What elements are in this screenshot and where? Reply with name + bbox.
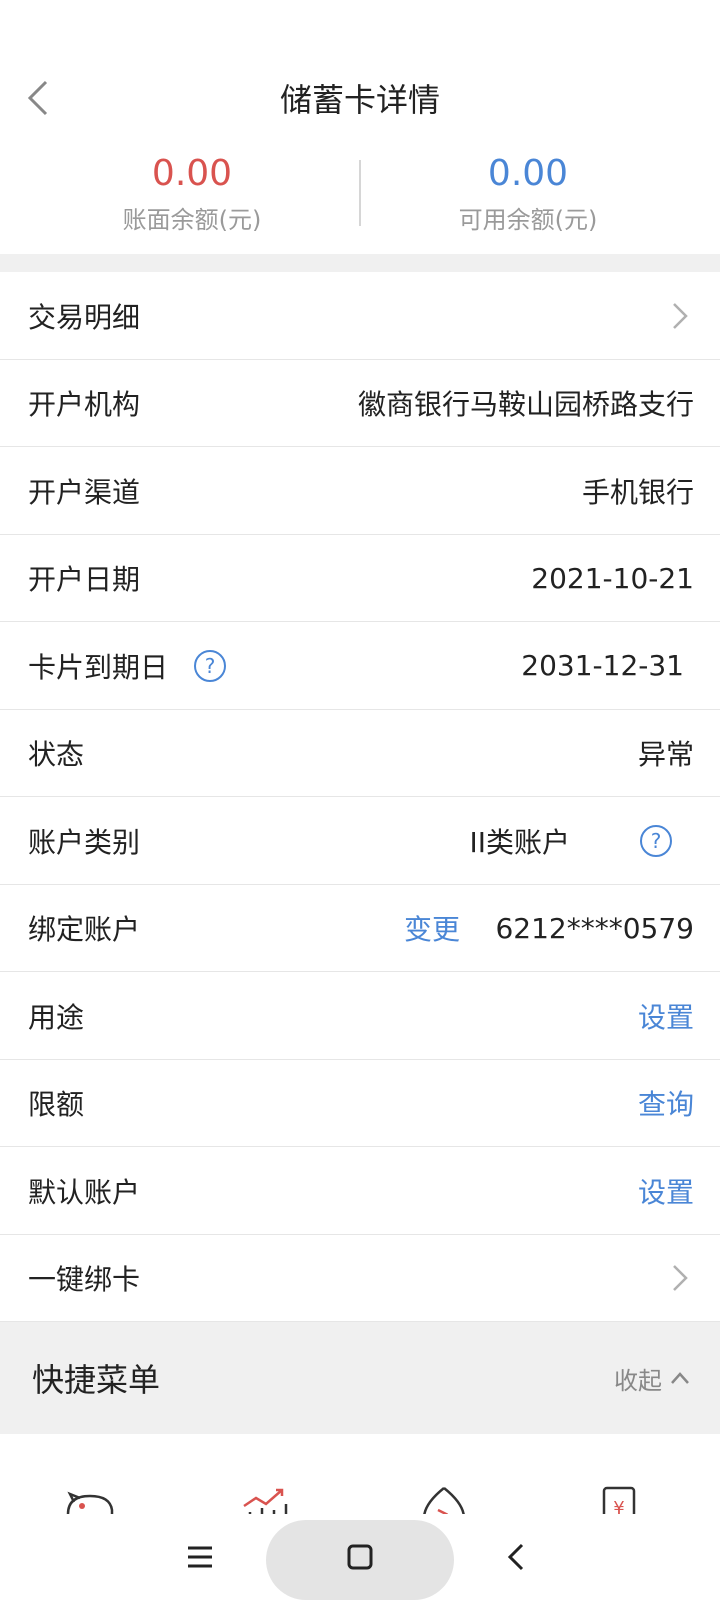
available-balance-value: 0.00	[487, 153, 569, 194]
row-card-expiry: 卡片到期日 ? 2031-12-31	[0, 622, 720, 710]
chevron-right-icon	[672, 1235, 688, 1322]
quick-menu-icons: ¥	[0, 1434, 720, 1514]
help-icon[interactable]: ?	[194, 622, 226, 709]
row-label: 开户日期	[28, 563, 141, 596]
available-balance: 0.00 可用余额(元)	[348, 150, 708, 254]
bound-account-number: 6212****0579	[495, 911, 694, 945]
status-value: 异常	[637, 738, 694, 771]
balance-summary: 0.00 账面余额(元) 0.00 可用余额(元)	[0, 150, 720, 254]
row-one-click-bind[interactable]: 一键绑卡	[0, 1234, 720, 1322]
svg-text:¥: ¥	[613, 1498, 624, 1514]
row-label: 一键绑卡	[28, 1263, 141, 1296]
chevron-up-icon	[671, 1372, 689, 1384]
book-balance-label: 账面余额(元)	[122, 206, 262, 234]
row-status: 状态 异常	[0, 709, 720, 797]
row-default-account: 默认账户 设置	[0, 1147, 720, 1235]
app-header: 储蓄卡详情	[0, 0, 720, 150]
collapse-button[interactable]: 收起	[614, 1322, 690, 1434]
system-back-button[interactable]	[486, 1514, 546, 1600]
row-label: 交易明细	[28, 300, 141, 334]
collapse-label: 收起	[614, 1366, 662, 1395]
row-bound-account: 绑定账户 变更 6212****0579	[0, 884, 720, 972]
row-transaction-details[interactable]: 交易明细	[0, 272, 720, 360]
quick-menu-title: 快捷菜单	[32, 1361, 161, 1399]
set-default-account-button[interactable]: 设置	[638, 1147, 694, 1234]
row-label: 开户渠道	[28, 475, 141, 509]
query-limit-button[interactable]: 查询	[638, 1060, 694, 1147]
book-balance-value: 0.00	[151, 153, 233, 194]
opening-channel-value: 手机银行	[581, 475, 694, 509]
row-limit: 限额 查询	[0, 1059, 720, 1147]
card-detail-list: 交易明细 开户机构 徽商银行马鞍山园桥路支行 开户渠道 手机银行 开户日期 20…	[0, 272, 720, 1322]
row-label: 绑定账户	[28, 913, 141, 946]
row-label: 默认账户	[28, 1175, 141, 1209]
opening-branch-value: 徽商银行马鞍山园桥路支行	[357, 388, 694, 421]
chevron-right-icon	[672, 272, 688, 359]
section-gap	[0, 254, 720, 272]
change-bound-account-button[interactable]: 变更	[404, 885, 460, 972]
page-title: 储蓄卡详情	[279, 81, 440, 119]
available-balance-label: 可用余额(元)	[458, 206, 598, 234]
account-type-value: II类账户	[469, 825, 570, 859]
row-label: 限额	[28, 1088, 85, 1121]
payment-phone-icon[interactable]: ¥	[590, 1484, 650, 1514]
row-label: 开户机构	[28, 388, 141, 421]
row-opening-channel: 开户渠道 手机银行	[0, 447, 720, 535]
recent-apps-button[interactable]	[170, 1514, 230, 1600]
chevron-left-icon	[507, 1543, 524, 1571]
row-account-type: 账户类别 II类账户 ?	[0, 797, 720, 885]
quick-menu-header: 快捷菜单 收起	[0, 1322, 720, 1434]
help-icon[interactable]: ?	[640, 797, 672, 884]
system-navigation-bar	[0, 1514, 720, 1600]
card-expiry-value: 2031-12-31	[521, 649, 684, 682]
row-label: 用途	[28, 1000, 85, 1034]
wealth-drop-icon[interactable]	[414, 1484, 474, 1514]
menu-icon	[188, 1546, 212, 1568]
row-label: 卡片到期日	[28, 650, 169, 684]
row-opening-branch: 开户机构 徽商银行马鞍山园桥路支行	[0, 359, 720, 447]
row-label: 账户类别	[28, 825, 141, 859]
trend-chart-icon[interactable]	[238, 1484, 298, 1514]
row-opening-date: 开户日期 2021-10-21	[0, 534, 720, 622]
row-usage: 用途 设置	[0, 972, 720, 1060]
home-square-icon	[330, 1514, 390, 1600]
opening-date-value: 2021-10-21	[531, 561, 694, 595]
book-balance: 0.00 账面余额(元)	[12, 150, 372, 254]
set-usage-button[interactable]: 设置	[638, 972, 694, 1059]
piggy-bank-icon[interactable]	[60, 1484, 120, 1514]
row-label: 状态	[28, 738, 85, 771]
